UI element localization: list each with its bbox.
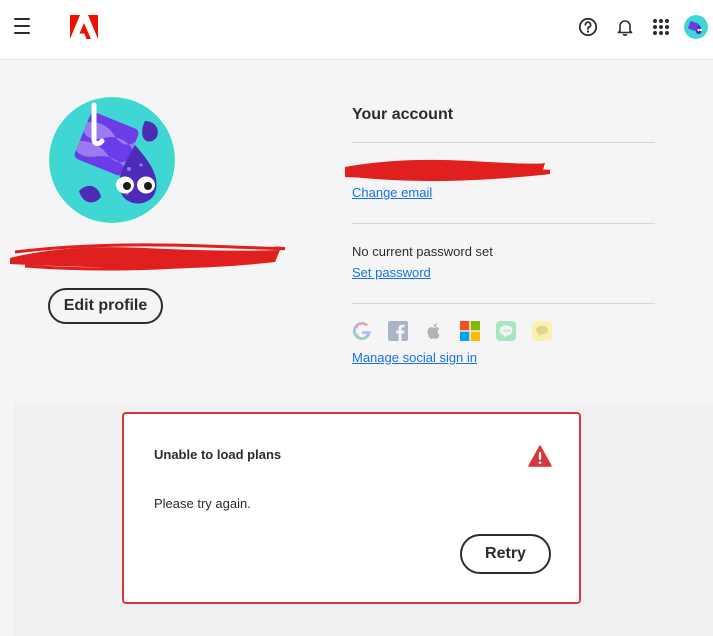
top-navigation-bar (0, 0, 713, 60)
svg-text:LINE: LINE (501, 328, 510, 333)
edit-profile-button[interactable]: Edit profile (48, 288, 163, 324)
help-circle-icon[interactable] (578, 17, 598, 37)
alert-triangle-icon (528, 445, 552, 467)
set-password-link[interactable]: Set password (352, 265, 431, 280)
plans-error-card: Unable to load plans Please try again. R… (122, 412, 581, 604)
google-icon (352, 321, 371, 340)
divider (352, 303, 655, 304)
password-status-text: No current password set (352, 244, 493, 259)
hamburger-menu-icon[interactable] (14, 18, 30, 34)
error-title: Unable to load plans (154, 447, 282, 462)
microsoft-icon (460, 321, 480, 341)
redacted-email (344, 159, 550, 182)
facebook-icon (388, 321, 408, 341)
manage-social-sign-in-link[interactable]: Manage social sign in (352, 350, 477, 365)
change-email-link[interactable]: Change email (352, 185, 432, 200)
divider (352, 223, 655, 224)
your-account-heading: Your account (352, 106, 454, 123)
redacted-profile-name (10, 243, 285, 271)
user-avatar-icon[interactable] (684, 15, 708, 39)
bell-icon[interactable] (615, 17, 635, 37)
retry-button[interactable]: Retry (460, 534, 551, 574)
apple-icon (427, 323, 440, 339)
app-grid-icon[interactable] (651, 17, 671, 37)
line-icon: LINE (496, 321, 516, 341)
profile-avatar-image (49, 97, 175, 223)
error-message: Please try again. (154, 496, 251, 511)
adobe-logo-icon[interactable] (70, 15, 98, 39)
divider (352, 142, 655, 143)
kakao-icon (532, 321, 552, 341)
